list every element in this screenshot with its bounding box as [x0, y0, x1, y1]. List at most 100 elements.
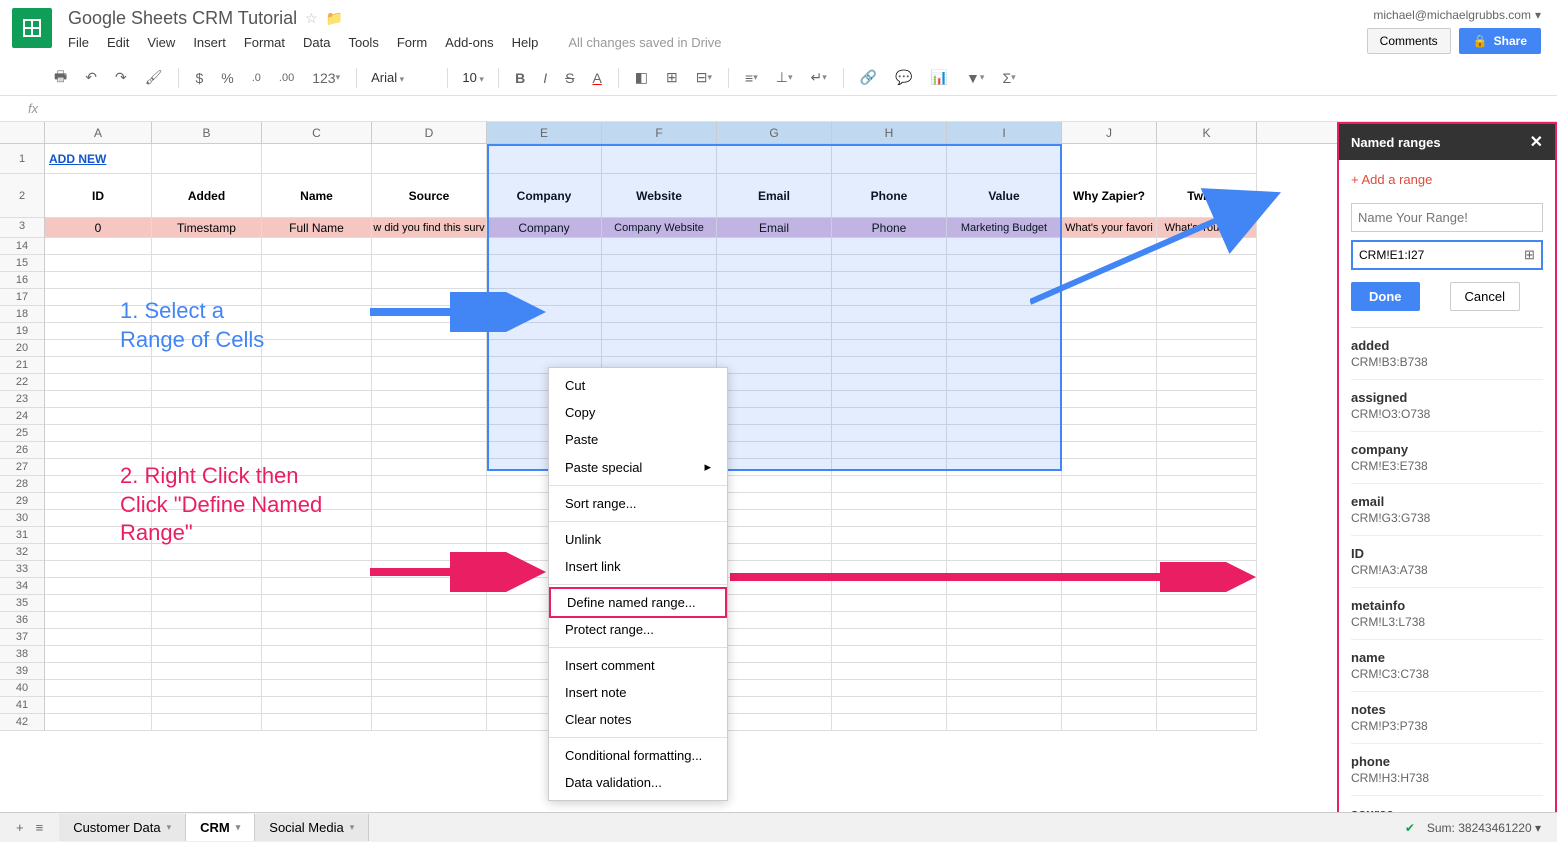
row-header[interactable]: 36	[0, 612, 44, 629]
ctx-paste[interactable]: Paste	[549, 426, 727, 453]
header-email[interactable]: Email	[717, 174, 832, 217]
done-button[interactable]: Done	[1351, 282, 1420, 311]
row-header[interactable]: 20	[0, 340, 44, 357]
filter-icon[interactable]: ▼	[960, 66, 990, 90]
col-header-f[interactable]: F	[602, 122, 717, 143]
paint-format-icon[interactable]: 🖌	[139, 65, 169, 90]
row-header[interactable]: 16	[0, 272, 44, 289]
share-button[interactable]: 🔒Share	[1459, 28, 1541, 54]
menu-format[interactable]: Format	[244, 35, 285, 50]
menu-file[interactable]: File	[68, 35, 89, 50]
halign-icon[interactable]: ≡	[739, 66, 764, 90]
row-header[interactable]: 23	[0, 391, 44, 408]
menu-edit[interactable]: Edit	[107, 35, 129, 50]
col-header-j[interactable]: J	[1062, 122, 1157, 143]
row-header[interactable]: 25	[0, 425, 44, 442]
sheet-tab[interactable]: Customer Data ▾	[59, 814, 186, 841]
row-header[interactable]: 37	[0, 629, 44, 646]
row-header[interactable]: 27	[0, 459, 44, 476]
link-icon[interactable]: 🔗	[854, 65, 883, 90]
named-range-item[interactable]: companyCRM!E3:E738	[1351, 432, 1543, 484]
col-header-a[interactable]: A	[45, 122, 152, 143]
ctx-define-named-range-[interactable]: Define named range...	[549, 587, 727, 618]
document-title[interactable]: Google Sheets CRM Tutorial	[68, 8, 297, 29]
named-range-item[interactable]: IDCRM!A3:A738	[1351, 536, 1543, 588]
ctx-paste-special[interactable]: Paste special▸	[549, 453, 727, 481]
col-header-d[interactable]: D	[372, 122, 487, 143]
ctx-unlink[interactable]: Unlink	[549, 526, 727, 553]
row-header[interactable]: 18	[0, 306, 44, 323]
row-header[interactable]: 21	[0, 357, 44, 374]
cancel-button[interactable]: Cancel	[1450, 282, 1520, 311]
named-range-item[interactable]: emailCRM!G3:G738	[1351, 484, 1543, 536]
header-company[interactable]: Company	[487, 174, 602, 217]
row-header[interactable]: 42	[0, 714, 44, 731]
ctx-cut[interactable]: Cut	[549, 372, 727, 399]
text-color-icon[interactable]: A	[586, 66, 607, 90]
select-all-corner[interactable]	[0, 122, 45, 143]
ctx-protect-range-[interactable]: Protect range...	[549, 616, 727, 643]
user-email[interactable]: michael@michaelgrubbs.com ▾	[1373, 8, 1541, 22]
row-header[interactable]: 22	[0, 374, 44, 391]
row-header[interactable]: 31	[0, 527, 44, 544]
sheet-tab[interactable]: CRM ▾	[186, 814, 255, 841]
ctx-conditional-formatting-[interactable]: Conditional formatting...	[549, 742, 727, 769]
menu-data[interactable]: Data	[303, 35, 330, 50]
menu-tools[interactable]: Tools	[348, 35, 378, 50]
menu-addons[interactable]: Add-ons	[445, 35, 493, 50]
ctx-data-validation-[interactable]: Data validation...	[549, 769, 727, 796]
col-header-g[interactable]: G	[717, 122, 832, 143]
strikethrough-icon[interactable]: S	[559, 66, 580, 90]
italic-icon[interactable]: I	[537, 66, 553, 90]
named-range-item[interactable]: nameCRM!C3:C738	[1351, 640, 1543, 692]
named-range-item[interactable]: assignedCRM!O3:O738	[1351, 380, 1543, 432]
row-header[interactable]: 17	[0, 289, 44, 306]
print-icon[interactable]: 🖶	[48, 62, 73, 94]
ctx-clear-notes[interactable]: Clear notes	[549, 706, 727, 733]
borders-icon[interactable]: ⊞	[660, 65, 684, 90]
menu-view[interactable]: View	[147, 35, 175, 50]
col-header-h[interactable]: H	[832, 122, 947, 143]
named-range-item[interactable]: sourceCRM!D3:D738	[1351, 796, 1543, 812]
sheet-tab[interactable]: Social Media ▾	[255, 814, 369, 841]
row-header[interactable]: 38	[0, 646, 44, 663]
header-name[interactable]: Name	[262, 174, 372, 217]
wrap-icon[interactable]: ↵	[804, 65, 832, 90]
close-icon[interactable]: ✕	[1530, 132, 1543, 152]
undo-icon[interactable]: ↶	[79, 65, 103, 90]
ctx-insert-link[interactable]: Insert link	[549, 553, 727, 580]
col-header-e[interactable]: E	[487, 122, 602, 143]
merge-icon[interactable]: ⊟	[690, 65, 718, 90]
row-header[interactable]: 39	[0, 663, 44, 680]
col-header-k[interactable]: K	[1157, 122, 1257, 143]
ctx-copy[interactable]: Copy	[549, 399, 727, 426]
menu-form[interactable]: Form	[397, 35, 427, 50]
header-added[interactable]: Added	[152, 174, 262, 217]
row-header[interactable]: 41	[0, 697, 44, 714]
formula-bar[interactable]: fx	[0, 96, 1557, 122]
number-format-dropdown[interactable]: 123	[306, 66, 346, 90]
currency-button[interactable]: $	[189, 66, 209, 90]
col-header-i[interactable]: I	[947, 122, 1062, 143]
percent-button[interactable]: %	[215, 66, 239, 90]
named-range-item[interactable]: notesCRM!P3:P738	[1351, 692, 1543, 744]
header-phone[interactable]: Phone	[832, 174, 947, 217]
folder-icon[interactable]: 📁	[326, 10, 343, 27]
increase-decimal-button[interactable]: .00	[273, 68, 300, 88]
col-header-b[interactable]: B	[152, 122, 262, 143]
header-website[interactable]: Website	[602, 174, 717, 217]
font-size-dropdown[interactable]: 10	[458, 70, 488, 85]
row-header[interactable]: 24	[0, 408, 44, 425]
range-ref-input[interactable]	[1355, 244, 1518, 266]
decrease-decimal-button[interactable]: .0	[246, 68, 267, 88]
sum-display[interactable]: Sum: 38243461220 ▾	[1427, 821, 1541, 835]
fill-color-icon[interactable]: ◧	[629, 65, 654, 90]
row-header[interactable]: 34	[0, 578, 44, 595]
range-name-input[interactable]	[1351, 203, 1543, 232]
row-header[interactable]: 19	[0, 323, 44, 340]
named-range-item[interactable]: metainfoCRM!L3:L738	[1351, 588, 1543, 640]
row-header[interactable]: 3	[0, 218, 44, 238]
ctx-sort-range-[interactable]: Sort range...	[549, 490, 727, 517]
comment-icon[interactable]: 💬	[889, 65, 918, 90]
header-source[interactable]: Source	[372, 174, 487, 217]
